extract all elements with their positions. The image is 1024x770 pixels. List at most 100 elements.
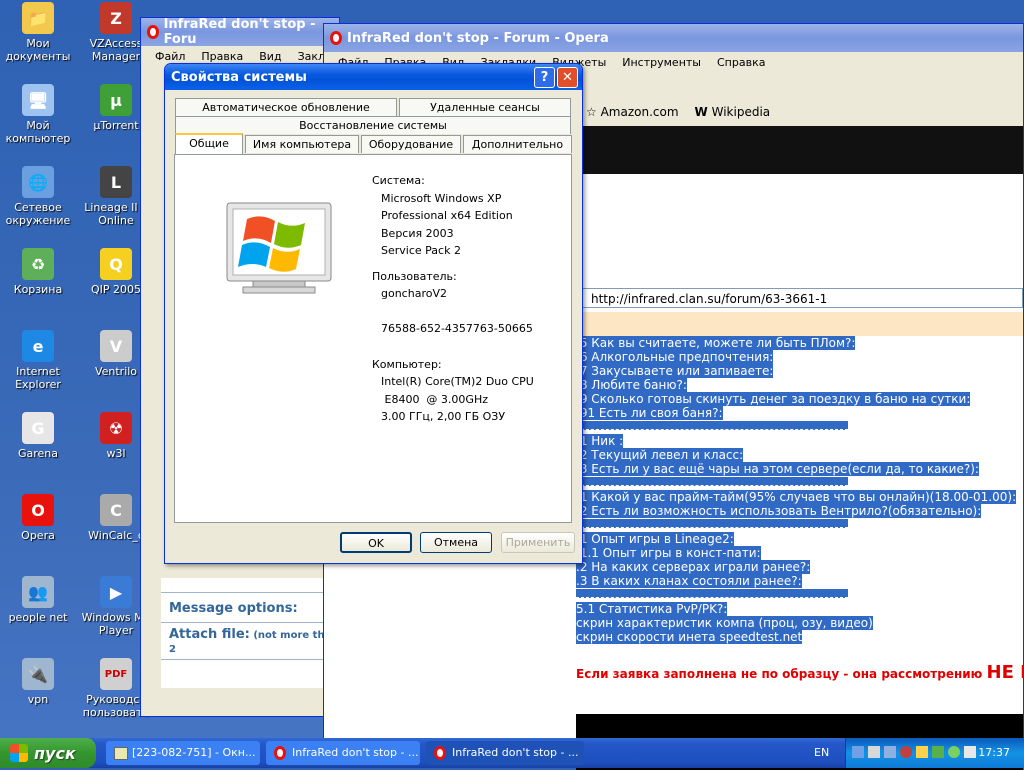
product-id: 76588-652-4357763-50665 [381,322,533,335]
system-os: Microsoft Windows XP [381,191,502,205]
tab-advanced[interactable]: Дополнительно [463,135,572,153]
tab-restore[interactable]: Восстановление системы [175,116,571,134]
desktop-icon-label: Корзина [13,283,63,296]
bookmark-amazon[interactable]: ☆ Amazon.com [586,105,679,119]
user-label: Пользователь: [372,269,457,283]
forum-line: .8 Любите баню?: [576,378,687,392]
opera-forum-title: InfraRed don't stop - Forum - Opera [347,30,609,46]
ventrilo-icon: V [100,330,132,362]
system-info: Система: Microsoft Windows XP Profession… [372,172,534,426]
people-net-icon: 👥 [22,576,54,608]
desktop-icon-label: Internet Explorer [15,365,61,391]
windows-logo-icon [226,202,332,294]
close-button[interactable]: ✕ [557,66,578,88]
task-opera-2[interactable]: InfraRed don't stop - ... [426,741,584,765]
forum-separator [576,420,1023,434]
desktop-icon-label: people net [8,611,68,624]
menu-item[interactable]: Файл [147,50,193,63]
opera-back-titlebar[interactable]: InfraRed don't stop - Foru [141,17,339,47]
dialog-titlebar[interactable]: Свойства системы ? ✕ [165,64,582,90]
menu-item[interactable]: Вид [251,50,289,63]
tab-general[interactable]: Общие [175,133,243,154]
menu-item[interactable]: Справка [709,56,773,69]
utorrent-icon: µ [100,84,132,116]
forum-separator [576,588,1023,602]
internet-explorer-icon: e [22,330,54,362]
desktop-icon[interactable]: G Garena [1,412,75,460]
clock[interactable]: 17:37 [978,746,1010,759]
task-opera-1[interactable]: InfraRed don't stop - ... [266,741,420,765]
network-icon: 🌐 [22,166,54,198]
garena-icon: G [22,412,54,444]
user-org [372,303,534,321]
desktop-icon[interactable]: 👥 people net [1,576,75,624]
language-indicator[interactable]: EN [814,746,829,759]
cpu-name: Intel(R) Core(TM)2 Duo CPU [381,375,534,388]
tray-icon[interactable] [884,746,896,758]
tab-remote[interactable]: Удаленные сеансы [399,98,571,116]
opera-back-form: Message options: Attach file: (not more … [161,578,341,688]
tray-icon[interactable] [868,746,880,758]
lineage-icon: L [100,166,132,198]
tray-icon[interactable] [964,746,976,758]
console-icon [114,747,128,760]
tray-icons [852,746,976,758]
desktop-icon[interactable]: O Opera [1,494,75,542]
folder-icon: 📁 [22,2,54,34]
general-tab-panel: Система: Microsoft Windows XP Profession… [174,154,572,523]
computer-icon: 🖥 [22,84,54,116]
vzaccess-icon: Z [100,2,132,34]
forum-line: .91 Есть ли своя баня?: [576,406,723,420]
qip-icon: Q [100,248,132,280]
start-label: пуск [34,743,76,763]
wincalc-icon: C [100,494,132,526]
desktop-icon-label: Garena [17,447,59,460]
ok-button[interactable]: OK [340,532,412,553]
desktop-icon[interactable]: ♻ Корзина [1,248,75,296]
forum-line: .1 Какой у вас прайм-тайм(95% случаев чт… [576,490,1017,504]
windows-flag-icon [10,744,28,762]
opera-icon [147,25,159,39]
tab-computer-name[interactable]: Имя компьютера [245,135,359,153]
desktop-icon[interactable]: 🔌 vpn [1,658,75,706]
tray-icon[interactable] [916,746,928,758]
tab-auto-update[interactable]: Автоматическое обновление [175,98,397,116]
desktop-icon[interactable]: 📁 Мои документы [1,2,75,63]
apply-button[interactable]: Применить [501,532,575,553]
desktop-icon[interactable]: 🖥 Мой компьютер [1,84,75,145]
tray-icon[interactable] [852,746,864,758]
attach-file-label: Attach file: [169,627,250,642]
help-button[interactable]: ? [534,66,555,88]
address-field[interactable]: http://infrared.clan.su/forum/63-3661-1 [576,288,1023,308]
taskbar: пуск [223-082-751] - Окн... InfraRed don… [0,738,1024,768]
menu-item[interactable]: Инструменты [614,56,709,69]
desktop-icon[interactable]: e Internet Explorer [1,330,75,391]
system-service-pack: Service Pack 2 [381,244,461,257]
start-button[interactable]: пуск [0,738,96,768]
tray-icon[interactable] [900,746,912,758]
forum-line: .5 Как вы считаете, можете ли быть ПЛом?… [576,336,856,350]
tray-icon[interactable] [948,746,960,758]
tab-hardware[interactable]: Оборудование [361,135,461,153]
user-name: goncharoV2 [381,287,447,300]
forum-separator [576,476,1023,490]
system-label: Система: [372,174,425,187]
desktop-icon[interactable]: 🌐 Сетевое окружение [1,166,75,227]
forum-warning: Если заявка заполнена не по образцу - он… [576,662,1024,683]
forum-line: .9 Сколько готовы скинуть денег за поезд… [576,392,971,406]
recycle-bin-icon: ♻ [22,248,54,280]
opera-back-title: InfraRed don't stop - Foru [163,17,316,47]
forum-line: .1 Ник : [576,434,624,448]
opera-forum-titlebar[interactable]: InfraRed don't stop - Forum - Opera [324,24,1023,52]
message-options-label: Message options: [169,601,298,616]
tray-icon[interactable] [932,746,944,758]
forum-separator [576,518,1023,532]
bookmark-wikipedia[interactable]: W Wikipedia [695,105,771,119]
cancel-button[interactable]: Отмена [420,532,492,553]
task-console[interactable]: [223-082-751] - Окн... [106,741,260,765]
pdf-icon: PDF [100,658,132,690]
opera-icon [434,746,446,760]
desktop-icon-label: Сетевое окружение [5,201,71,227]
menu-item[interactable]: Правка [193,50,251,63]
w3l-icon: ☢ [100,412,132,444]
